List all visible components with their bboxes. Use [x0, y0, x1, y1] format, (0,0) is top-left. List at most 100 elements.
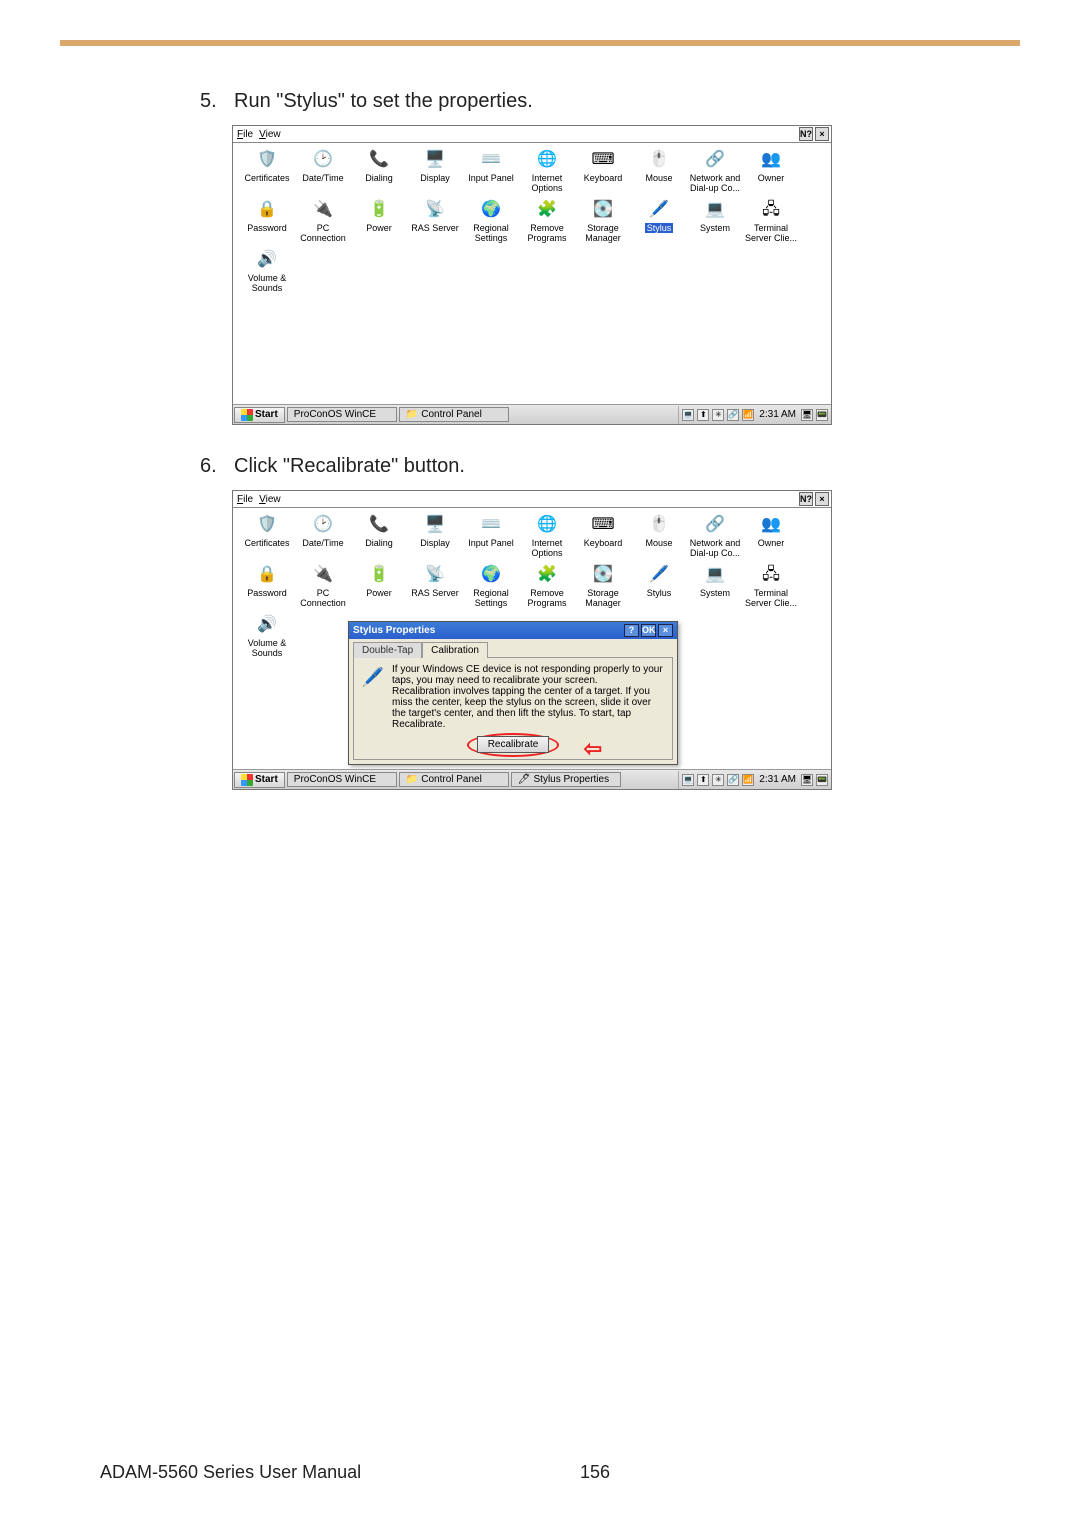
control-panel-item-regional-settings[interactable]: 🌍Regional Settings [463, 197, 519, 247]
control-panel-window-2: File View N? × 🛡️Certificates🕑Date/Time📞… [232, 490, 832, 790]
menu-view[interactable]: View [259, 494, 281, 505]
menu-file[interactable]: File [237, 494, 253, 505]
tray-icon[interactable]: 📟 [816, 774, 828, 786]
windows-flag-icon [241, 774, 253, 786]
control-panel-item-storage-manager[interactable]: 💽Storage Manager [575, 562, 631, 612]
control-panel-item-internet-options[interactable]: 🌐Internet Options [519, 147, 575, 197]
control-panel-item-owner[interactable]: 👥Owner [743, 512, 799, 562]
tray-icon[interactable]: 📶 [742, 774, 754, 786]
icon-label: Stylus [645, 223, 674, 233]
icon-label: Display [419, 173, 451, 183]
power-icon: 🔋 [368, 199, 390, 221]
control-panel-item-input-panel[interactable]: ⌨️Input Panel [463, 512, 519, 562]
control-panel-item-network-and-dial-up-co[interactable]: 🔗Network and Dial-up Co... [687, 147, 743, 197]
taskbar-item-proconos[interactable]: ProConOS WinCE [287, 772, 397, 787]
control-panel-item-terminal-server-clie[interactable]: 🖧Terminal Server Clie... [743, 197, 799, 247]
control-panel-item-dialing[interactable]: 📞Dialing [351, 147, 407, 197]
tray-icon[interactable]: 📟 [816, 409, 828, 421]
control-panel-item-date-time[interactable]: 🕑Date/Time [295, 512, 351, 562]
taskbar-item-stylus-properties[interactable]: 🖊Stylus Properties [511, 772, 621, 787]
icon-label: Storage Manager [575, 223, 631, 243]
stylus-icon: 🖊️ [648, 564, 670, 586]
control-panel-item-regional-settings[interactable]: 🌍Regional Settings [463, 562, 519, 612]
taskbar-item-control-panel[interactable]: 📁Control Panel [399, 407, 509, 422]
control-panel-item-stylus[interactable]: 🖊️Stylus [631, 562, 687, 612]
tab-double-tap[interactable]: Double-Tap [353, 642, 422, 658]
icon-label: Owner [757, 538, 786, 548]
taskbar-item-proconos[interactable]: ProConOS WinCE [287, 407, 397, 422]
control-panel-item-pc-connection[interactable]: 🔌PC Connection [295, 197, 351, 247]
tray-icon[interactable]: ✳ [712, 774, 724, 786]
control-panel-item-display[interactable]: 🖥️Display [407, 512, 463, 562]
start-button[interactable]: Start [234, 772, 285, 788]
control-panel-item-ras-server[interactable]: 📡RAS Server [407, 562, 463, 612]
tray-icon[interactable]: 🖥 [801, 774, 813, 786]
tray-icon[interactable]: 🔗 [727, 409, 739, 421]
control-panel-item-keyboard[interactable]: ⌨Keyboard [575, 512, 631, 562]
control-panel-item-password[interactable]: 🔒Password [239, 197, 295, 247]
control-panel-item-network-and-dial-up-co[interactable]: 🔗Network and Dial-up Co... [687, 512, 743, 562]
tray-icon[interactable]: ⬆ [697, 409, 709, 421]
control-panel-item-mouse[interactable]: 🖱️Mouse [631, 512, 687, 562]
tray-icon[interactable]: ⬆ [697, 774, 709, 786]
control-panel-item-power[interactable]: 🔋 Power [351, 197, 407, 247]
tray-icon[interactable]: 🖥 [801, 409, 813, 421]
input-panel-icon: ⌨️ [480, 514, 502, 536]
tray-icon[interactable]: 💻 [682, 409, 694, 421]
icon-label: Mouse [644, 538, 673, 548]
control-panel-window: File View N? × 🛡️Certificates🕑Date/Time📞… [232, 125, 832, 425]
control-panel-item-certificates[interactable]: 🛡️Certificates [239, 512, 295, 562]
taskbar-item-control-panel[interactable]: 📁Control Panel [399, 772, 509, 787]
tray-icon[interactable]: 🔗 [727, 774, 739, 786]
system-tray: 💻 ⬆ ✳ 🔗 📶 2:31 AM 🖥 📟 [678, 771, 831, 789]
control-panel-item-keyboard[interactable]: ⌨Keyboard [575, 147, 631, 197]
tray-icon[interactable]: 💻 [682, 774, 694, 786]
control-panel-item-terminal-server-clie[interactable]: 🖧Terminal Server Clie... [743, 562, 799, 612]
control-panel-item-remove-programs[interactable]: 🧩Remove Programs [519, 562, 575, 612]
dialog-close-button[interactable]: × [658, 624, 673, 637]
control-panel-item-stylus[interactable]: 🖊️Stylus [631, 197, 687, 247]
control-panel-item-password[interactable]: 🔒Password [239, 562, 295, 612]
tab-calibration[interactable]: Calibration [422, 642, 488, 658]
control-panel-item-pc-connection[interactable]: 🔌PC Connection [295, 562, 351, 612]
dialog-help-button[interactable]: ? [624, 624, 639, 637]
help-button[interactable]: N? [799, 127, 813, 141]
icon-label: Mouse [644, 173, 673, 183]
control-panel-item-display[interactable]: 🖥️Display [407, 147, 463, 197]
start-button[interactable]: Start [234, 407, 285, 423]
system-icon: 💻 [704, 564, 726, 586]
control-panel-item-volume-sounds[interactable]: 🔊Volume & Sounds [239, 612, 295, 662]
control-panel-item-date-time[interactable]: 🕑Date/Time [295, 147, 351, 197]
tray-icon[interactable]: ✳ [712, 409, 724, 421]
icon-label: Keyboard [583, 173, 624, 183]
icon-label: Date/Time [301, 538, 344, 548]
control-panel-item-system[interactable]: 💻System [687, 197, 743, 247]
control-panel-item-internet-options[interactable]: 🌐Internet Options [519, 512, 575, 562]
control-panel-item-certificates[interactable]: 🛡️Certificates [239, 147, 295, 197]
icon-label: Power [365, 223, 393, 233]
recalibrate-button[interactable]: Recalibrate [477, 736, 550, 753]
control-panel-item-storage-manager[interactable]: 💽Storage Manager [575, 197, 631, 247]
close-button[interactable]: × [815, 127, 829, 141]
icon-label: Dialing [364, 538, 394, 548]
menu-view[interactable]: View [259, 129, 281, 140]
help-button[interactable]: N? [799, 492, 813, 506]
control-panel-item-input-panel[interactable]: ⌨️Input Panel [463, 147, 519, 197]
control-panel-item-mouse[interactable]: 🖱️Mouse [631, 147, 687, 197]
control-panel-item-volume-sounds[interactable]: 🔊Volume & Sounds [239, 247, 295, 297]
close-button[interactable]: × [815, 492, 829, 506]
system-icon: 💻 [704, 199, 726, 221]
remove-programs-icon: 🧩 [536, 564, 558, 586]
control-panel-item-dialing[interactable]: 📞Dialing [351, 512, 407, 562]
control-panel-item-remove-programs[interactable]: 🧩Remove Programs [519, 197, 575, 247]
menu-file[interactable]: File [237, 129, 253, 140]
tray-icon[interactable]: 📶 [742, 409, 754, 421]
control-panel-item-ras-server[interactable]: 📡RAS Server [407, 197, 463, 247]
control-panel-item-system[interactable]: 💻System [687, 562, 743, 612]
control-panel-item-owner[interactable]: 👥Owner [743, 147, 799, 197]
windows-flag-icon [241, 409, 253, 421]
ras-server-icon: 📡 [424, 199, 446, 221]
dialog-ok-button[interactable]: OK [641, 624, 656, 637]
keyboard-icon: ⌨ [592, 514, 614, 536]
control-panel-item-power[interactable]: 🔋Power [351, 562, 407, 612]
